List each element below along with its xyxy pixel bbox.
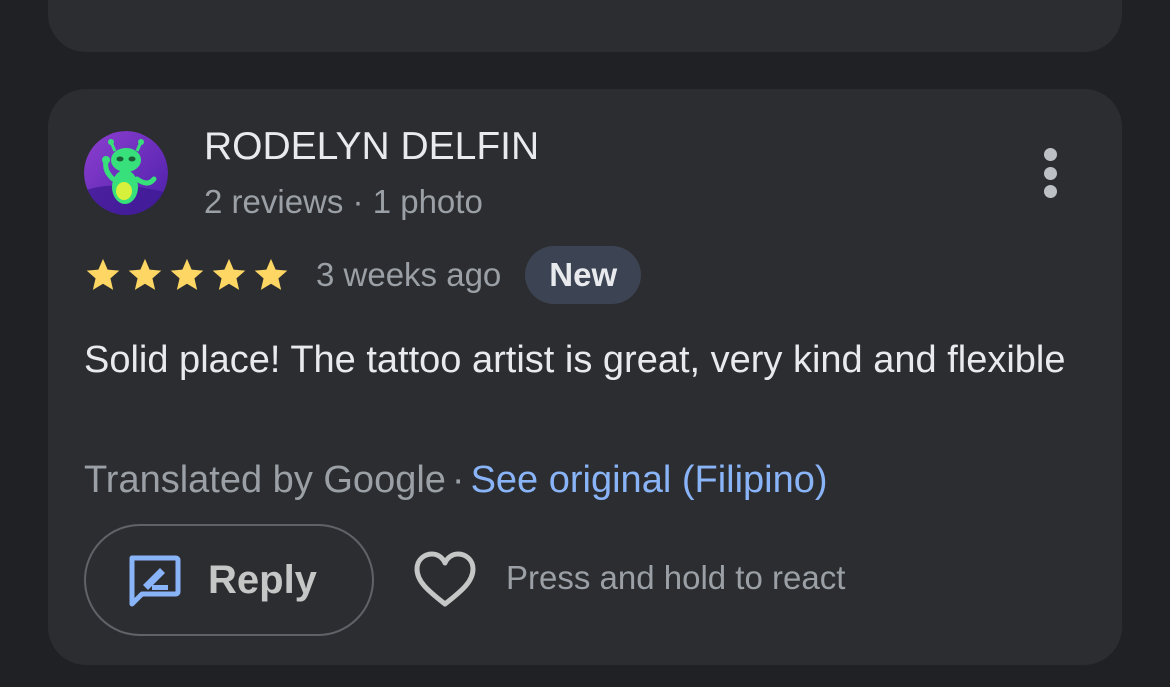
previous-review-card	[48, 0, 1122, 52]
see-original-link[interactable]: See original (Filipino)	[471, 459, 828, 501]
author-name[interactable]: RODELYN DELFIN	[204, 125, 539, 169]
alien-avatar-icon	[84, 131, 168, 215]
react-hint: Press and hold to react	[506, 559, 846, 596]
review-card: RODELYN DELFIN 2 reviews · 1 photo 3 wee…	[48, 89, 1122, 665]
more-options-icon-dot	[1043, 185, 1057, 198]
translation-info: Translated by Google · See original (Filip…	[84, 451, 828, 509]
reply-label: Reply	[208, 558, 317, 602]
star-icon	[212, 258, 246, 290]
star-icon	[128, 258, 162, 290]
reply-icon	[129, 555, 181, 607]
translated-by-label: Translated by Google	[84, 459, 446, 501]
review-text: Solid place! The tattoo artist is great,…	[84, 339, 1066, 381]
reply-button[interactable]: Reply	[84, 524, 374, 636]
separator: ·	[451, 459, 465, 501]
star-icon	[254, 258, 288, 290]
rating-row: 3 weeks ago New	[84, 245, 642, 305]
more-options-icon	[1043, 148, 1057, 161]
star-rating	[84, 256, 294, 294]
new-badge: New	[525, 246, 642, 304]
star-icon	[86, 258, 120, 290]
heart-react-icon[interactable]	[413, 551, 477, 609]
author-meta: 2 reviews · 1 photo	[204, 183, 483, 220]
more-options-icon-dot	[1043, 166, 1057, 180]
author-avatar[interactable]	[84, 131, 168, 215]
review-time: 3 weeks ago	[316, 256, 502, 293]
star-icon	[170, 258, 204, 290]
more-options-button[interactable]	[1028, 144, 1072, 202]
